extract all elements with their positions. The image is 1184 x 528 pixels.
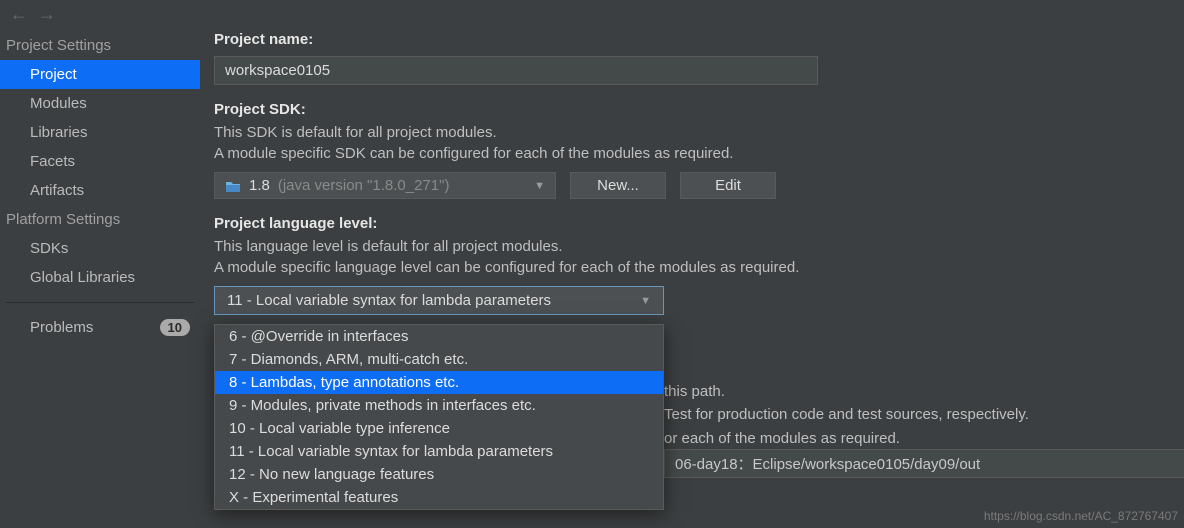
language-level-dropdown: 6 - @Override in interfaces 7 - Diamonds… [214, 324, 664, 510]
project-sdk-label: Project SDK: [214, 101, 1170, 118]
language-level-label: Project language level: [214, 215, 1170, 232]
dropdown-item[interactable]: 7 - Diamonds, ARM, multi-catch etc. [215, 348, 663, 371]
lang-desc-line1: This language level is default for all p… [214, 236, 1170, 257]
chevron-down-icon: ▼ [534, 180, 545, 192]
sidebar-item-sdks[interactable]: SDKs [0, 234, 200, 263]
behind-line1: this path. [664, 380, 1184, 403]
dropdown-item[interactable]: 8 - Lambdas, type annotations etc. [215, 371, 663, 394]
dropdown-item[interactable]: 11 - Local variable syntax for lambda pa… [215, 440, 663, 463]
sidebar-item-libraries[interactable]: Libraries [0, 118, 200, 147]
sidebar-divider [6, 302, 194, 303]
forward-icon[interactable]: → [38, 4, 56, 25]
sdk-desc-line2: A module specific SDK can be configured … [214, 143, 1170, 164]
sdk-desc-line1: This SDK is default for all project modu… [214, 122, 1170, 143]
sidebar-heading-platform-settings: Platform Settings [0, 205, 200, 234]
problems-count-badge: 10 [160, 319, 190, 336]
sidebar-item-problems[interactable]: Problems 10 [0, 313, 200, 342]
project-name-label: Project name: [214, 31, 1170, 48]
project-name-input[interactable] [214, 56, 818, 85]
sidebar-heading-project-settings: Project Settings [0, 31, 200, 60]
main-panel: Project name: Project SDK: This SDK is d… [200, 31, 1184, 528]
new-button[interactable]: New... [570, 172, 666, 199]
sidebar-item-project[interactable]: Project [0, 60, 200, 89]
sdk-combo-main: 1.8 [249, 177, 270, 194]
behind-line2: Test for production code and test source… [664, 403, 1184, 426]
lang-desc-line2: A module specific language level can be … [214, 257, 1170, 278]
sidebar-item-global-libraries[interactable]: Global Libraries [0, 263, 200, 292]
behind-line3: or each of the modules as required. [664, 427, 1184, 450]
back-icon[interactable]: ← [10, 4, 28, 25]
dropdown-item[interactable]: 10 - Local variable type inference [215, 417, 663, 440]
compiler-output-desc: this path. Test for production code and … [664, 380, 1184, 450]
sidebar: Project Settings Project Modules Librari… [0, 31, 200, 528]
watermark: https://blog.csdn.net/AC_872767407 [984, 509, 1178, 523]
dropdown-item[interactable]: X - Experimental features [215, 486, 663, 509]
sdk-combo[interactable]: 1.8 (java version "1.8.0_271") ▼ [214, 172, 556, 199]
dropdown-item[interactable]: 9 - Modules, private methods in interfac… [215, 394, 663, 417]
sdk-combo-dim: (java version "1.8.0_271") [278, 177, 450, 194]
language-level-value: 11 - Local variable syntax for lambda pa… [227, 292, 551, 309]
dropdown-item[interactable]: 6 - @Override in interfaces [215, 325, 663, 348]
compiler-output-path-input[interactable]: 06-day18：Eclipse/workspace0105/day09/out [664, 449, 1184, 478]
compiler-output-path-value: 06-day18：Eclipse/workspace0105/day09/out [675, 453, 980, 474]
folder-icon [225, 179, 241, 193]
sidebar-item-facets[interactable]: Facets [0, 147, 200, 176]
dropdown-item[interactable]: 12 - No new language features [215, 463, 663, 486]
chevron-down-icon: ▼ [640, 295, 651, 307]
sidebar-item-modules[interactable]: Modules [0, 89, 200, 118]
problems-label: Problems [30, 319, 93, 336]
sidebar-item-artifacts[interactable]: Artifacts [0, 176, 200, 205]
language-level-combo[interactable]: 11 - Local variable syntax for lambda pa… [214, 286, 664, 315]
edit-button[interactable]: Edit [680, 172, 776, 199]
